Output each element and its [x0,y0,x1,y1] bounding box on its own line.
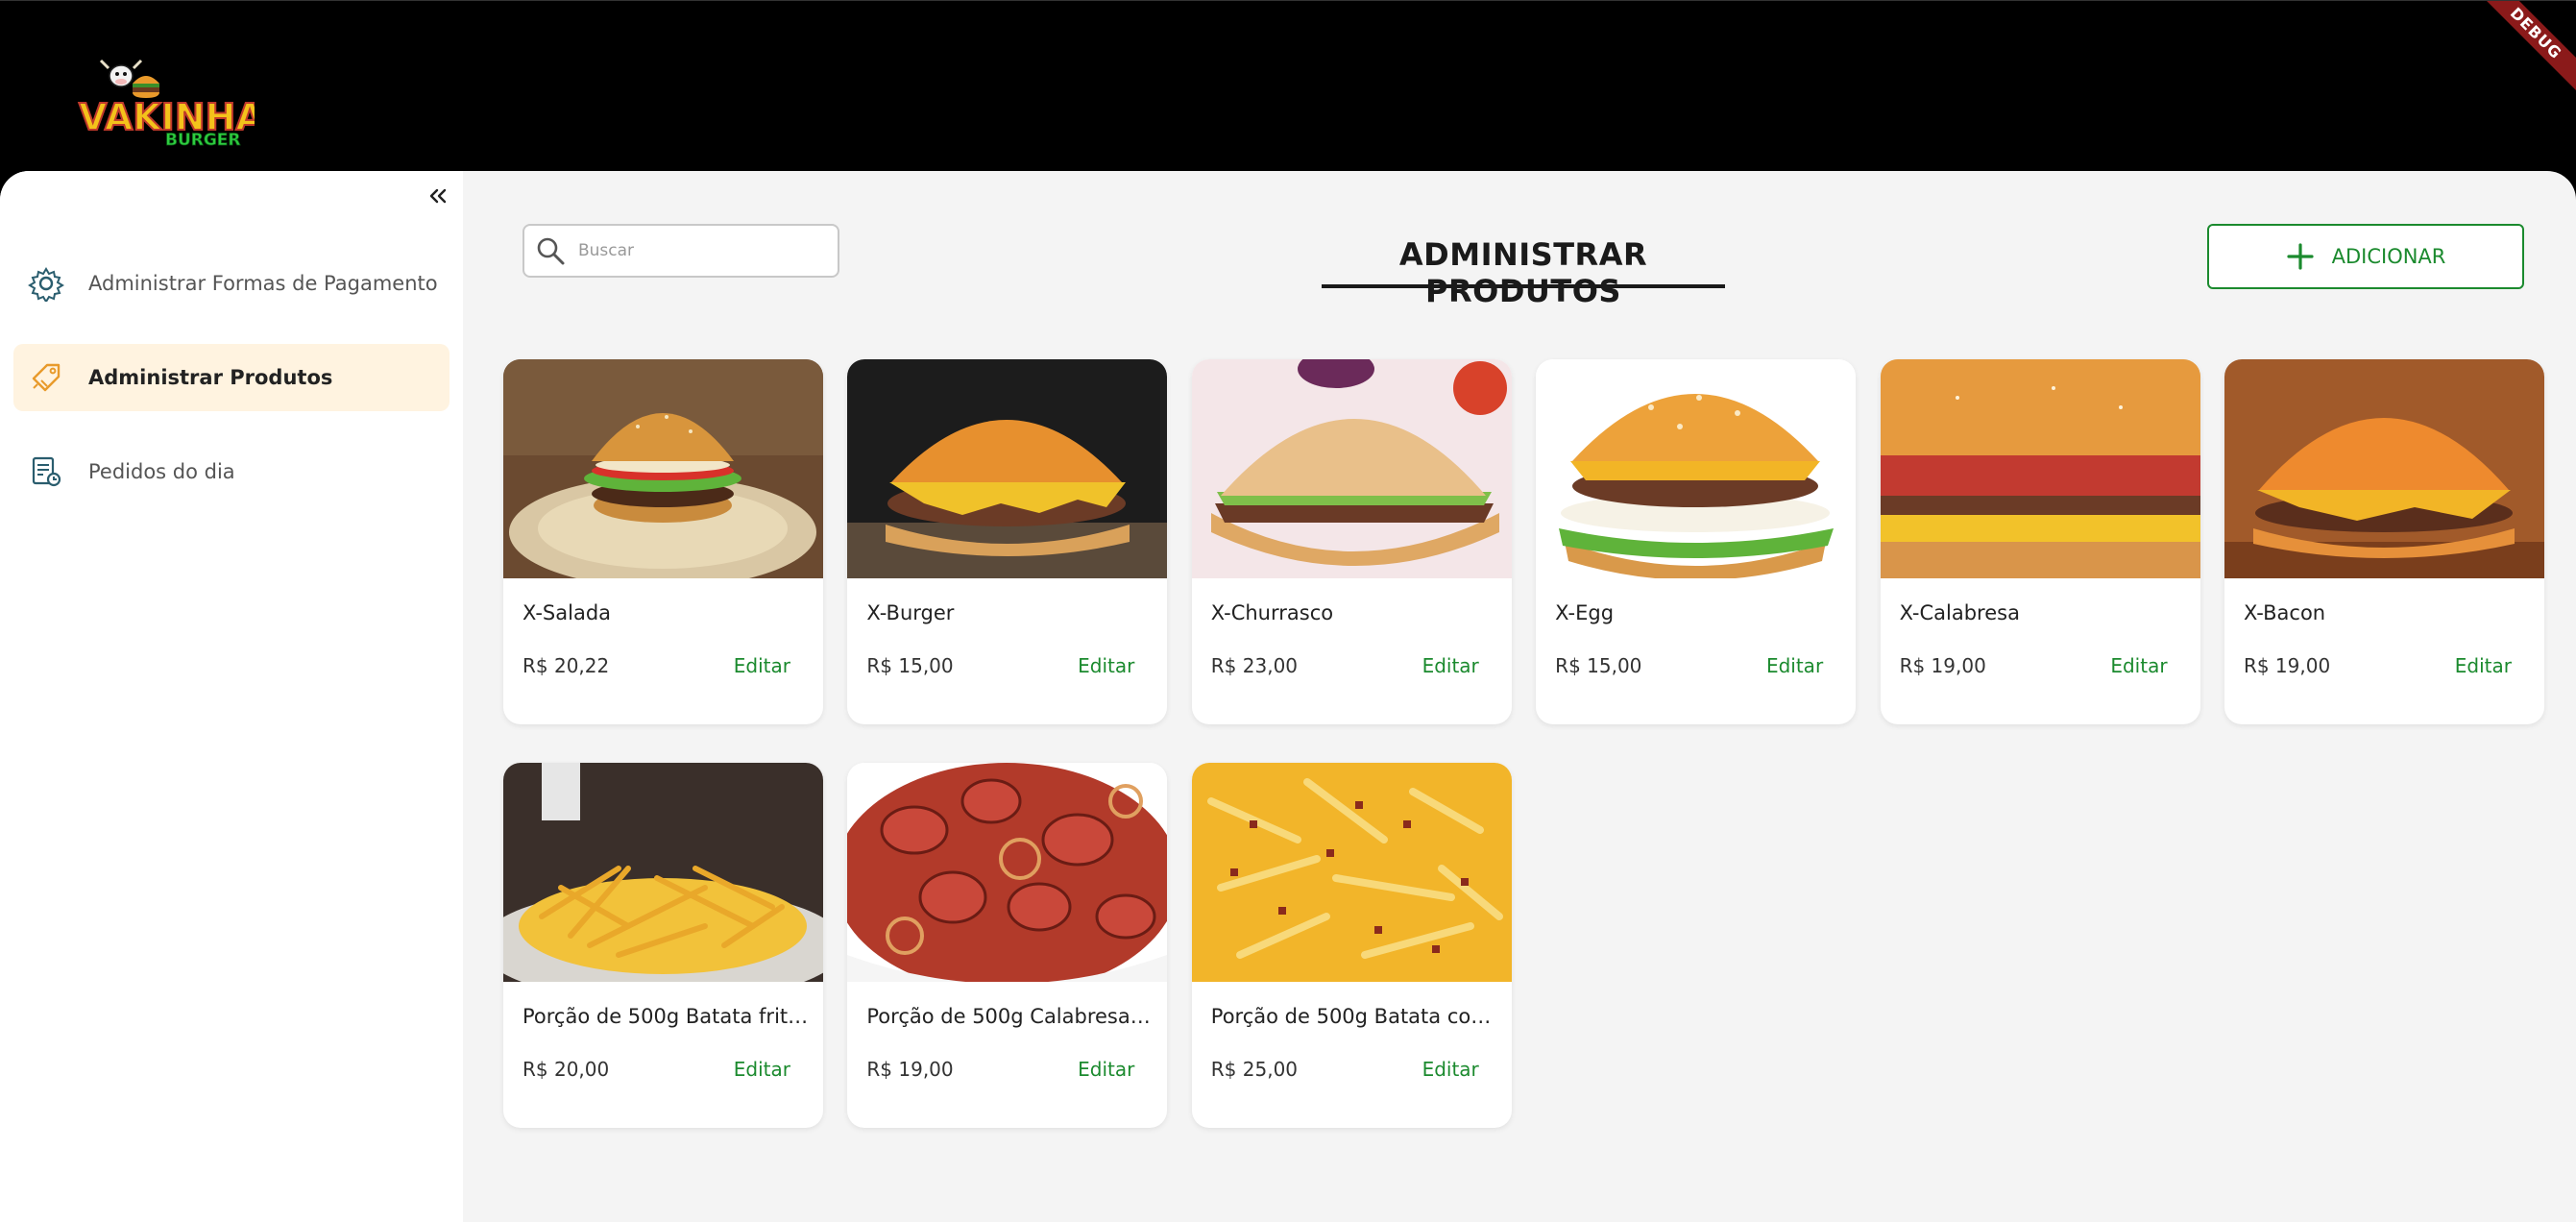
sidebar-item-label: Administrar Formas de Pagamento [88,272,438,295]
add-product-button[interactable]: ADICIONAR [2207,224,2524,289]
sidebar-item-label: Pedidos do dia [88,460,235,483]
product-card: X-Calabresa R$ 19,00 Editar [1880,359,2200,724]
product-price: R$ 19,00 [866,1058,954,1081]
product-price: R$ 15,00 [1555,654,1642,677]
edit-product-link[interactable]: Editar [1766,654,1823,677]
debug-label: DEBUG [2472,1,2576,97]
search-input[interactable] [578,241,818,260]
product-price: R$ 20,22 [522,654,610,677]
product-image [1191,763,1512,982]
product-name: X-Bacon [2243,601,2326,624]
product-image [1191,359,1512,578]
product-card: X-Bacon R$ 19,00 Editar [2224,359,2544,724]
product-name: X-Churrasco [1210,601,1334,624]
product-card: Porção de 500g Calabresa ... R$ 19,00 Ed… [847,763,1168,1128]
product-price: R$ 25,00 [1210,1058,1299,1081]
product-grid: X-Salada R$ 20,22 Editar X-Burger R$ 15,… [503,359,2549,1128]
sidebar-item-pedidos-dia[interactable]: Pedidos do dia [13,438,450,505]
collapse-sidebar-button[interactable] [425,183,451,209]
product-price: R$ 20,00 [522,1058,610,1081]
debug-banner: DEBUG [2470,1,2576,107]
edit-product-link[interactable]: Editar [2110,654,2167,677]
orders-icon [27,452,65,491]
main-shell: Administrar Formas de Pagamento Administ… [0,171,2576,1222]
tag-icon [27,358,65,397]
product-name: Porção de 500g Calabresa ... [866,1005,1155,1028]
product-price: R$ 19,00 [1899,654,1986,677]
sidebar-item-label: Administrar Produtos [88,366,333,389]
product-image [847,763,1168,982]
product-name: X-Burger [866,601,955,624]
page-title: ADMINISTRAR PRODUTOS [1398,236,1648,309]
product-name: Porção de 500g Batata com ... [1210,1005,1499,1028]
chevron-double-left-icon [429,188,447,204]
svg-text:BURGER: BURGER [165,131,241,147]
product-price: R$ 15,00 [866,654,954,677]
product-card: Porção de 500g Batata com ... R$ 25,00 E… [1191,763,1512,1128]
product-image [847,359,1168,578]
edit-product-link[interactable]: Editar [734,654,790,677]
plus-icon [2287,243,2314,270]
product-image [2224,359,2544,578]
edit-product-link[interactable]: Editar [1078,1058,1134,1081]
add-button-label: ADICIONAR [2331,245,2446,268]
product-image [1880,359,2200,578]
product-price: R$ 23,00 [1210,654,1299,677]
product-name: X-Calabresa [1899,601,2020,624]
product-name: X-Egg [1555,601,1615,624]
search-field[interactable] [522,224,839,278]
product-card: X-Egg R$ 15,00 Editar [1536,359,1857,724]
sidebar: Administrar Formas de Pagamento Administ… [0,171,463,1222]
top-app-bar: VAKINHA BURGER DEBUG [0,0,2576,171]
edit-product-link[interactable]: Editar [1422,1058,1479,1081]
vakinha-burger-logo: VAKINHA BURGER [78,59,255,147]
edit-product-link[interactable]: Editar [1078,654,1134,677]
sidebar-item-formas-pagamento[interactable]: Administrar Formas de Pagamento [13,250,450,317]
search-icon [537,237,565,265]
gear-icon [27,264,65,303]
title-underline [1322,284,1725,288]
product-image [503,359,823,578]
product-card: X-Salada R$ 20,22 Editar [503,359,823,724]
product-price: R$ 19,00 [2243,654,2331,677]
product-image [503,763,823,982]
product-card: X-Burger R$ 15,00 Editar [847,359,1168,724]
product-name: Porção de 500g Batata frita ... [522,1005,811,1028]
product-card: Porção de 500g Batata frita ... R$ 20,00… [503,763,823,1128]
product-name: X-Salada [522,601,612,624]
product-image [1536,359,1857,578]
edit-product-link[interactable]: Editar [734,1058,790,1081]
edit-product-link[interactable]: Editar [1422,654,1479,677]
product-card: X-Churrasco R$ 23,00 Editar [1191,359,1512,724]
sidebar-item-produtos[interactable]: Administrar Produtos [13,344,450,411]
edit-product-link[interactable]: Editar [2455,654,2512,677]
